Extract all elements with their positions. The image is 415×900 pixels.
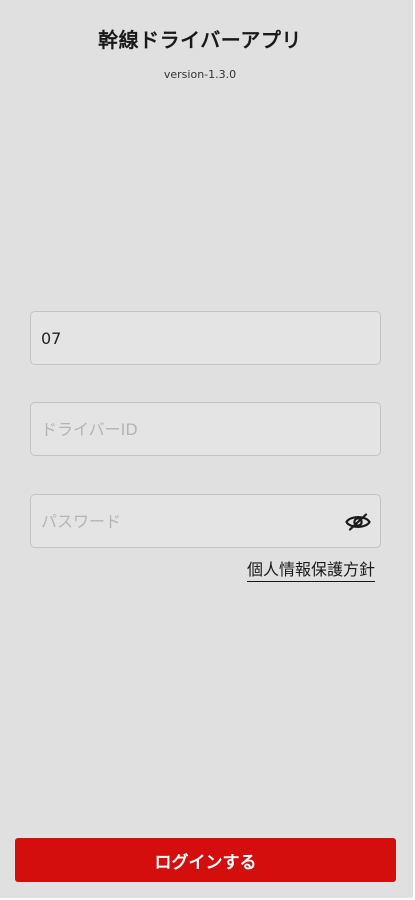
driver-id-input[interactable] — [31, 403, 380, 455]
password-field-wrapper — [30, 494, 381, 548]
company-code-input[interactable] — [31, 312, 380, 364]
app-title: 幹線ドライバーアプリ — [98, 28, 302, 52]
version-label: version-1.3.0 — [163, 68, 237, 81]
login-button[interactable]: ログインする — [15, 838, 396, 882]
eye-icon[interactable] — [342, 507, 374, 537]
login-screen: 幹線ドライバーアプリ version-1.3.0 個人情報保護方針 ログインする — [0, 0, 415, 900]
driver-id-field-wrapper — [30, 402, 381, 456]
company-code-field-wrapper — [30, 311, 381, 365]
privacy-policy-link[interactable]: 個人情報保護方針 — [246, 560, 375, 582]
password-input[interactable] — [31, 495, 380, 547]
